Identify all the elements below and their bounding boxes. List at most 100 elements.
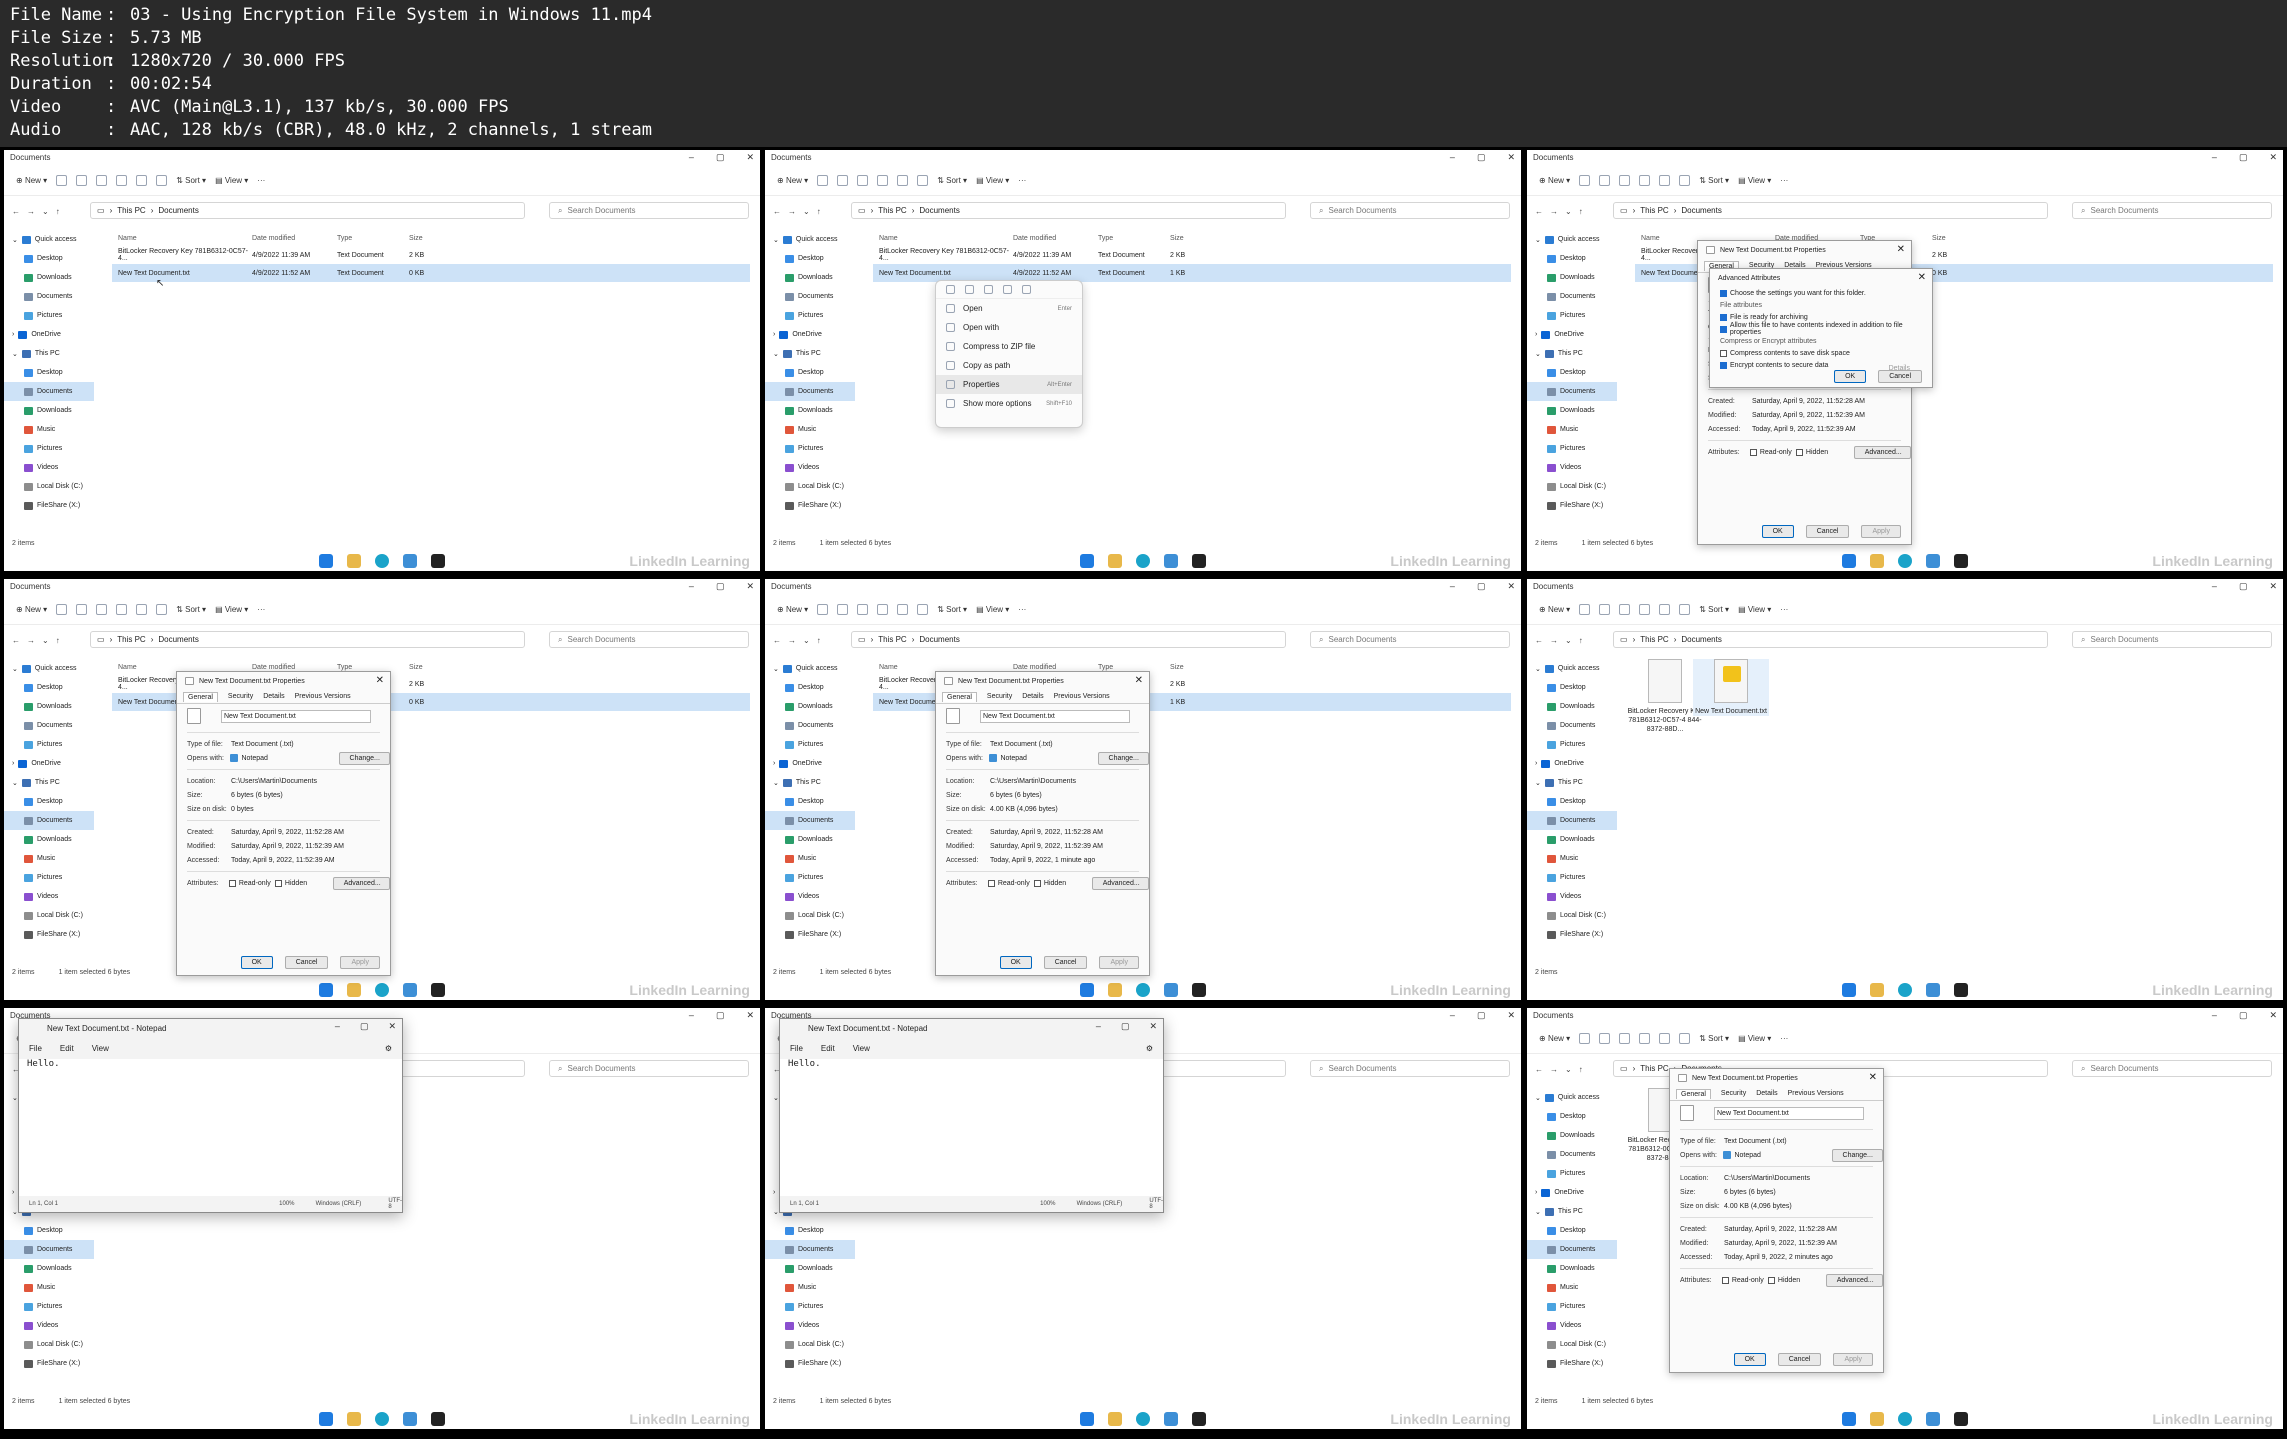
edge-icon[interactable] (1136, 983, 1150, 997)
close-icon[interactable]: ✕ (2269, 1010, 2277, 1021)
nav-pictures-pc[interactable]: Pictures (1527, 1297, 1617, 1316)
paste-icon[interactable] (1619, 175, 1631, 186)
menu-view[interactable]: View (92, 1044, 109, 1053)
up-icon[interactable]: ↑ (1579, 207, 1583, 216)
terminal-icon[interactable] (1954, 1412, 1968, 1426)
nav-music[interactable]: Music (4, 1278, 94, 1297)
remote-desktop-icon[interactable] (1164, 1412, 1178, 1426)
recent-icon[interactable]: ⌄ (1565, 1065, 1572, 1074)
minimize-icon[interactable]: – (2212, 152, 2217, 163)
nav-pictures-pc[interactable]: Pictures (765, 868, 855, 887)
apply-button[interactable]: Apply (1833, 1353, 1873, 1366)
file-explorer-icon[interactable] (1870, 983, 1884, 997)
nav-local-disk[interactable]: Local Disk (C:) (4, 477, 94, 496)
forward-icon[interactable]: → (788, 207, 796, 216)
sort-button[interactable]: ⇅ Sort ▾ (937, 176, 967, 185)
copy-icon[interactable] (1599, 604, 1611, 615)
remote-desktop-icon[interactable] (1164, 554, 1178, 568)
rename-icon[interactable] (116, 175, 128, 186)
nav-desktop-pc[interactable]: Desktop (765, 363, 855, 382)
advanced-button[interactable]: Advanced... (1091, 876, 1150, 890)
nav-pictures-pc[interactable]: Pictures (4, 439, 94, 458)
nav-fileshare[interactable]: FileShare (X:) (1527, 496, 1617, 515)
forward-icon[interactable]: → (1550, 1065, 1558, 1074)
nav-this-pc[interactable]: ⌄ This PC (765, 344, 855, 363)
sort-button[interactable]: ⇅ Sort ▾ (176, 176, 206, 185)
tab-security[interactable]: Security (987, 693, 1012, 700)
rename-icon[interactable] (877, 604, 889, 615)
back-icon[interactable]: ← (773, 207, 781, 216)
nav-music[interactable]: Music (765, 1278, 855, 1297)
intro-checkbox[interactable] (1720, 289, 1727, 297)
tab-details[interactable]: Details (1756, 1090, 1777, 1097)
maximize-icon[interactable]: ▢ (716, 581, 725, 592)
breadcrumb-this-pc[interactable]: This PC (117, 635, 145, 644)
forward-icon[interactable]: → (27, 636, 35, 645)
search-box[interactable]: ⌕ Search Documents (2072, 1060, 2272, 1077)
nav-documents[interactable]: Documents (1527, 1145, 1617, 1164)
nav-local-disk[interactable]: Local Disk (C:) (765, 1335, 855, 1354)
delete-icon[interactable] (156, 604, 168, 615)
nav-this-pc[interactable]: ⌄ This PC (1527, 773, 1617, 792)
search-box[interactable]: ⌕ Search Documents (2072, 202, 2272, 219)
readonly-checkbox[interactable] (229, 879, 236, 887)
menu-edit[interactable]: Edit (821, 1044, 835, 1053)
hidden-checkbox[interactable] (275, 879, 282, 887)
close-icon[interactable]: ✕ (746, 152, 754, 163)
context-item-1[interactable]: Open with (936, 318, 1082, 337)
nav-documents[interactable]: Documents (1527, 716, 1617, 735)
up-icon[interactable]: ↑ (1579, 1065, 1583, 1074)
file-row[interactable]: New Text Document.txt 4/9/2022 11:52 AM … (112, 264, 750, 282)
nav-music[interactable]: Music (765, 849, 855, 868)
nav-pictures-pc[interactable]: Pictures (765, 439, 855, 458)
edge-icon[interactable] (375, 1412, 389, 1426)
nav-quick-access[interactable]: ⌄ Quick access (1527, 659, 1617, 678)
nav-quick-access[interactable]: ⌄ Quick access (4, 659, 94, 678)
nav-downloads[interactable]: Downloads (1527, 1126, 1617, 1145)
nav-pictures[interactable]: Pictures (1527, 1164, 1617, 1183)
nav-fileshare[interactable]: FileShare (X:) (765, 496, 855, 515)
share-icon[interactable] (1659, 1033, 1671, 1044)
nav-downloads-pc[interactable]: Downloads (1527, 401, 1617, 420)
tab-security[interactable]: Security (228, 693, 253, 700)
minimize-icon[interactable]: – (689, 581, 694, 592)
paste-icon[interactable] (96, 175, 108, 186)
nav-videos[interactable]: Videos (1527, 458, 1617, 477)
close-icon[interactable]: ✕ (746, 1010, 754, 1021)
delete-icon[interactable] (917, 604, 929, 615)
close-icon[interactable]: ✕ (376, 675, 384, 686)
new-button[interactable]: ⊕ New ▾ (1539, 605, 1570, 614)
share-icon[interactable] (136, 175, 148, 186)
start-icon[interactable] (1080, 554, 1094, 568)
terminal-icon[interactable] (431, 983, 445, 997)
new-button[interactable]: ⊕ New ▾ (777, 176, 808, 185)
nav-quick-access[interactable]: ⌄ Quick access (1527, 230, 1617, 249)
share-icon[interactable] (1659, 604, 1671, 615)
nav-fileshare[interactable]: FileShare (X:) (765, 1354, 855, 1373)
search-box[interactable]: ⌕ Search Documents (1310, 202, 1510, 219)
nav-local-disk[interactable]: Local Disk (C:) (4, 906, 94, 925)
edge-icon[interactable] (1898, 554, 1912, 568)
sort-button[interactable]: ⇅ Sort ▾ (1699, 1034, 1729, 1043)
menu-file[interactable]: File (790, 1044, 803, 1053)
view-button[interactable]: ▤ View ▾ (1738, 1034, 1771, 1043)
apply-button[interactable]: Apply (340, 956, 380, 969)
nav-pictures[interactable]: Pictures (765, 306, 855, 325)
nav-videos[interactable]: Videos (765, 1316, 855, 1335)
nav-fileshare[interactable]: FileShare (X:) (4, 1354, 94, 1373)
nav-videos[interactable]: Videos (1527, 1316, 1617, 1335)
minimize-icon[interactable]: – (1450, 581, 1455, 592)
col-date[interactable]: Date modified (252, 235, 337, 242)
maximize-icon[interactable]: ▢ (1477, 1010, 1486, 1021)
file-icon-item[interactable]: BitLocker Recovery Key 781B6312-0C57-4 8… (1627, 659, 1703, 734)
close-icon[interactable]: ✕ (1507, 1010, 1515, 1021)
terminal-icon[interactable] (1192, 1412, 1206, 1426)
new-button[interactable]: ⊕ New ▾ (16, 605, 47, 614)
nav-downloads-pc[interactable]: Downloads (765, 401, 855, 420)
cut-icon[interactable] (56, 604, 68, 615)
cut-icon[interactable] (56, 175, 68, 186)
search-box[interactable]: ⌕ Search Documents (1310, 1060, 1510, 1077)
nav-quick-access[interactable]: ⌄ Quick access (4, 230, 94, 249)
copy-icon[interactable] (76, 175, 88, 186)
ok-button[interactable]: OK (240, 956, 273, 969)
